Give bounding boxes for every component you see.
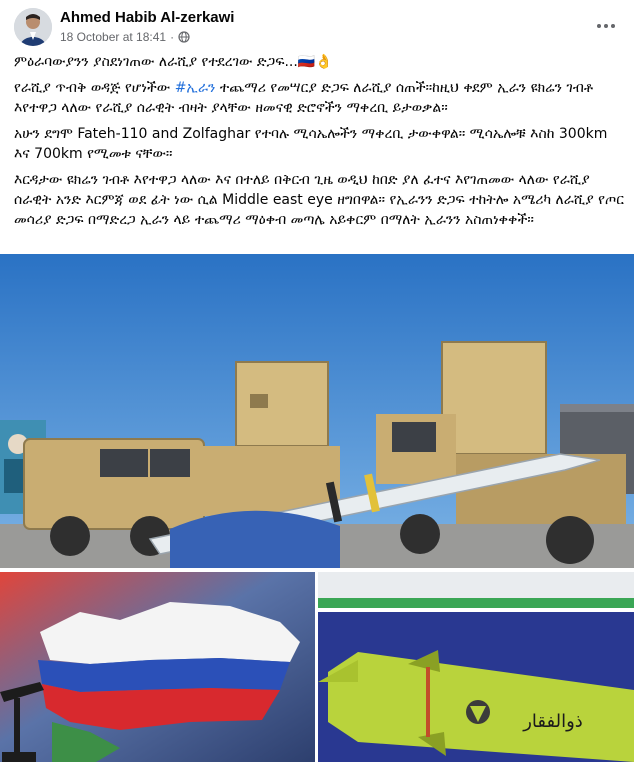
paragraph-2-start: የራሺያ ጥብቅ ወዳጅ የሆነችው [14,80,175,96]
globe-icon[interactable] [178,31,190,43]
post-meta: 18 October at 18:41 · [60,30,190,44]
post-paragraph-1: ምዕራባውያንን ያስደነገጠው ለራሺያ የተደረገው ድጋፍ...🇷🇺👌 [14,54,333,70]
post-paragraph-4: እርዳታው ዩክሬን ገብቶ እየተዋጋ ላለው እና በተለይ በቅርብ ጊዜ… [14,172,624,228]
author-name[interactable]: Ahmed Habib Al-zerkawi [60,9,234,26]
post-timestamp[interactable]: 18 October at 18:41 [60,30,166,44]
missile-inscription: ذوالفقار [522,711,583,732]
zolfaghar-missile-image: ذوالفقار [318,572,634,762]
avatar-image [14,8,52,46]
photo-russia-map[interactable] [0,572,315,762]
russia-map-image [0,572,315,762]
meta-separator: · [170,30,175,44]
hashtag-link[interactable]: #ኢራን [175,80,216,96]
post-body: ምዕራባውያንን ያስደነገጠው ለራሺያ የተደረገው ድጋፍ...🇷🇺👌 የ… [14,52,624,236]
missile-launchers-image [0,254,634,568]
more-options-icon[interactable] [594,14,618,38]
post-header: Ahmed Habib Al-zerkawi 18 October at 18:… [0,0,640,52]
post-paragraph-3: አሁን ደግሞ Fateh-110 and Zolfaghar የተባሉ ሚሳኤ… [14,126,608,162]
photo-zolfaghar-missile[interactable]: ذوالفقار [318,572,634,762]
author-avatar[interactable] [14,8,52,46]
photo-missile-launchers[interactable] [0,254,634,568]
post-paragraph-2: የራሺያ ጥብቅ ወዳጅ የሆነችው #ኢራን ተጨማሪ የመሣርያ ድጋፍ ለ… [14,78,624,118]
